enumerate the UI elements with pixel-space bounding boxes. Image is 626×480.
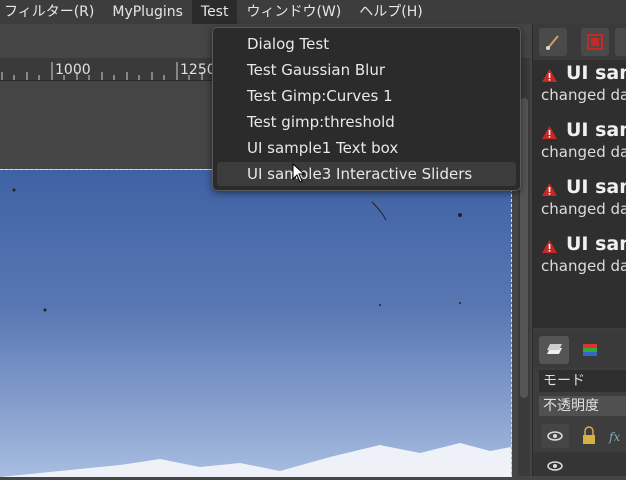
layer-row[interactable] [533, 452, 626, 476]
menu-help[interactable]: ヘルプ(H) [350, 0, 431, 24]
menu-item-test-gaussian-blur[interactable]: Test Gaussian Blur [217, 58, 516, 82]
error-title: UI sam [566, 119, 626, 141]
image-canvas[interactable] [0, 169, 512, 477]
error-detail: changed da [541, 257, 626, 275]
ruler-label-1250: 1250 [180, 62, 216, 78]
svg-text:fx: fx [608, 430, 620, 444]
eye-icon[interactable] [533, 452, 563, 476]
layers-dock-tabs [533, 332, 626, 368]
right-dock: UI sam changed da UI sam changed da UI s… [532, 24, 626, 476]
mouse-cursor-icon [292, 163, 306, 183]
warning-icon [542, 183, 557, 196]
ruler-label-1000: 1000 [55, 62, 91, 78]
menu-item-test-curves[interactable]: Test Gimp:Curves 1 [217, 84, 516, 108]
error-title: UI sam [566, 62, 626, 84]
error-console-list: UI sam changed da UI sam changed da UI s… [533, 60, 626, 328]
lock-icons: fx [541, 424, 620, 448]
stop-icon [587, 34, 603, 50]
menubar: フィルター(R) MyPlugins Test ウィンドウ(W) ヘルプ(H) [0, 0, 626, 24]
scrollbar-thumb[interactable] [520, 98, 528, 398]
test-menu-dropdown: Dialog Test Test Gaussian Blur Test Gimp… [212, 27, 521, 191]
error-detail: changed da [541, 200, 626, 218]
menu-item-dialog-test[interactable]: Dialog Test [217, 32, 516, 56]
menu-myplugins[interactable]: MyPlugins [103, 0, 192, 24]
dock-more-button[interactable] [615, 28, 626, 56]
menu-filters[interactable]: フィルター(R) [0, 0, 103, 24]
layer-mode-select[interactable]: モード [539, 370, 626, 392]
tab-layers[interactable] [539, 336, 569, 364]
warning-icon [542, 240, 557, 253]
brush-icon [546, 35, 559, 50]
error-detail: changed da [541, 86, 626, 104]
brush-tool-button[interactable] [539, 28, 567, 56]
mountain-snow [0, 443, 511, 477]
warning-icon [542, 126, 557, 139]
lock-row: fx [533, 420, 626, 450]
warning-icon [542, 69, 557, 82]
menu-item-ui-sample3[interactable]: UI sample3 Interactive Sliders [217, 162, 516, 186]
menu-item-ui-sample1[interactable]: UI sample1 Text box [217, 136, 516, 160]
sky-specks [12, 188, 462, 312]
dock-toolbar [533, 24, 626, 60]
error-title: UI sam [566, 233, 626, 255]
layers-icon [547, 344, 562, 354]
menu-test[interactable]: Test [191, 0, 238, 24]
tab-channels[interactable] [575, 336, 605, 364]
channels-icon [583, 344, 597, 356]
layer-opacity-slider[interactable]: 不透明度 [539, 396, 626, 416]
stop-button[interactable] [581, 28, 609, 56]
error-title: UI sam [566, 176, 626, 198]
menu-item-test-threshold[interactable]: Test gimp:threshold [217, 110, 516, 134]
menu-windows[interactable]: ウィンドウ(W) [237, 0, 350, 24]
error-detail: changed da [541, 143, 626, 161]
